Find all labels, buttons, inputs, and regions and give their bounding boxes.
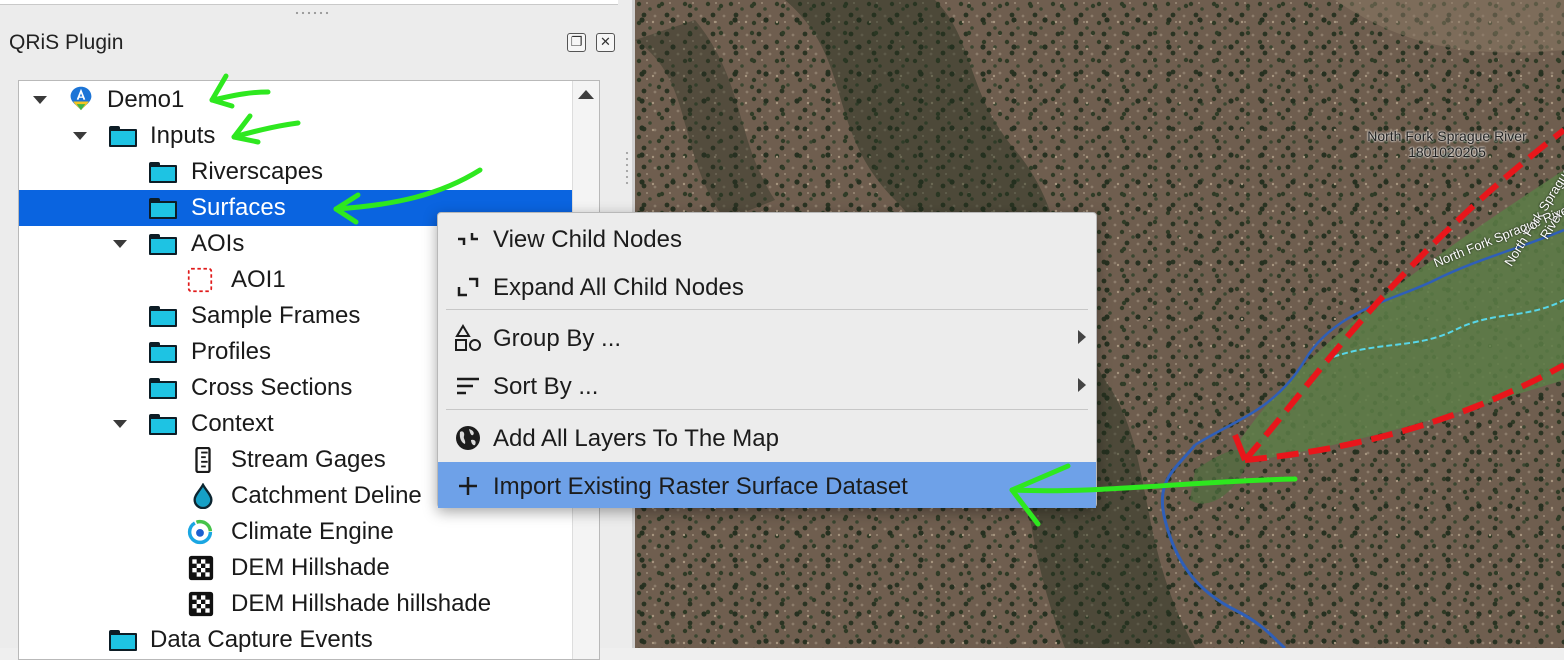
menu-item-group-by[interactable]: Group By ... [438, 314, 1096, 360]
menu-item-add-all-layers[interactable]: Add All Layers To The Map [438, 414, 1096, 460]
tree-item-label: Surfaces [191, 194, 286, 221]
close-icon[interactable]: ✕ [596, 33, 615, 52]
folder-icon [149, 306, 177, 327]
aoi-icon [187, 267, 213, 293]
menu-item-sort-by[interactable]: Sort By ... [438, 362, 1096, 408]
folder-icon [109, 126, 137, 147]
tree-item-inputs[interactable]: Inputs [19, 118, 573, 154]
tree-item-label: Inputs [150, 122, 216, 149]
huc-code: 1801020205 [1408, 144, 1486, 160]
float-window-icon[interactable]: ❐ [567, 33, 586, 52]
dock-resize-grip[interactable] [294, 10, 330, 16]
chevron-down-icon[interactable] [113, 420, 127, 428]
submenu-arrow-icon [1078, 378, 1086, 392]
tree-item-label: Cross Sections [191, 374, 353, 401]
menu-item-import-raster-surface[interactable]: Import Existing Raster Surface Dataset [438, 462, 1096, 508]
tree-item-label: Profiles [191, 338, 272, 365]
tree-item-label: Demo1 [107, 86, 185, 113]
tree-item-label: Riverscapes [191, 158, 324, 185]
menu-item-label: View Child Nodes [493, 226, 682, 253]
tree-item-label: Data Capture Events [150, 626, 373, 653]
expand-icon [457, 277, 479, 297]
upper-panel-edge [0, 0, 618, 5]
globe-icon [456, 426, 480, 450]
folder-icon [149, 234, 177, 255]
tree-item-label: Sample Frames [191, 302, 361, 329]
panel-title: QRiS Plugin [9, 31, 124, 54]
menu-item-label: Import Existing Raster Surface Dataset [493, 473, 908, 500]
tree-item-dem-hillshade[interactable]: DEM Hillshade [19, 550, 573, 586]
collapse-icon [458, 233, 478, 245]
shapes-icon [455, 324, 481, 351]
tree-item-data-capture-events[interactable]: Data Capture Events [19, 622, 573, 658]
tree-item-demo1[interactable]: Demo1 [19, 82, 573, 118]
tree-item-label: DEM Hillshade hillshade [231, 590, 492, 617]
splitter-grip[interactable] [625, 150, 629, 186]
tree-item-label: Climate Engine [231, 518, 394, 545]
stream-gage-icon [195, 447, 211, 473]
folder-icon [149, 378, 177, 399]
tree-item-label: AOI1 [231, 266, 286, 293]
menu-item-label: Expand All Child Nodes [493, 274, 744, 301]
context-menu: View Child Nodes Expand All Child Nodes … [437, 212, 1097, 508]
tree-item-dem-hillshade-hillshade[interactable]: DEM Hillshade hillshade [19, 586, 573, 622]
menu-item-expand-all[interactable]: Expand All Child Nodes [438, 263, 1096, 309]
folder-icon [149, 342, 177, 363]
tree-item-label: Catchment Deline [231, 482, 422, 509]
menu-separator [446, 409, 1088, 410]
menu-separator [446, 309, 1088, 310]
sort-icon [457, 377, 479, 395]
tree-item-riverscapes[interactable]: Riverscapes [19, 154, 573, 190]
chevron-down-icon[interactable] [73, 132, 87, 140]
menu-item-label: Sort By ... [493, 373, 599, 400]
chevron-down-icon[interactable] [33, 96, 47, 104]
project-icon [70, 86, 92, 111]
tree-item-label: Stream Gages [231, 446, 386, 473]
folder-icon [149, 198, 177, 219]
submenu-arrow-icon [1078, 330, 1086, 344]
tree-item-climate-engine[interactable]: Climate Engine [19, 514, 573, 550]
plus-icon [459, 477, 477, 495]
climate-engine-icon [187, 519, 213, 545]
watershed-name: North Fork Sprague River [1367, 128, 1527, 144]
tree-item-label: Context [191, 410, 274, 437]
menu-item-label: Add All Layers To The Map [493, 425, 779, 452]
menu-item-view-child-nodes[interactable]: View Child Nodes [438, 215, 1096, 261]
folder-icon [149, 414, 177, 435]
folder-icon [109, 630, 137, 651]
chevron-down-icon[interactable] [113, 240, 127, 248]
scroll-up-arrow-icon[interactable] [578, 90, 594, 99]
raster-icon [188, 555, 214, 581]
folder-icon [149, 162, 177, 183]
tree-item-label: DEM Hillshade [231, 554, 390, 581]
water-drop-icon [193, 483, 213, 509]
menu-item-label: Group By ... [493, 325, 622, 352]
tree-item-label: AOIs [191, 230, 245, 257]
raster-icon [188, 591, 214, 617]
watershed-label: North Fork Sprague River 1801020205 [1347, 128, 1547, 160]
